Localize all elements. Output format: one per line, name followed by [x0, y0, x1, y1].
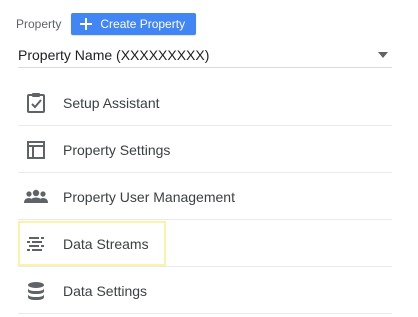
people-icon: [24, 185, 48, 209]
menu-item-label: Property Settings: [63, 141, 171, 158]
menu-item-data-settings[interactable]: Data Settings: [18, 268, 392, 314]
property-select[interactable]: Property Name (XXXXXXXXX): [18, 43, 392, 68]
property-label: Property: [16, 17, 62, 31]
property-select-value: Property Name (XXXXXXXXX): [18, 47, 210, 63]
clipboard-check-icon: [24, 91, 48, 115]
create-property-label: Create Property: [100, 17, 186, 31]
caret-down-icon: [378, 52, 388, 58]
menu-item-label: Data Streams: [63, 235, 149, 252]
menu-item-label: Property User Management: [63, 188, 235, 205]
create-property-button[interactable]: Create Property: [71, 13, 197, 35]
property-admin-panel: Property Create Property Property Name (…: [0, 0, 418, 317]
menu-item-setup-assistant[interactable]: Setup Assistant: [18, 80, 392, 126]
layout-panel-icon: [24, 138, 48, 162]
menu-item-property-settings[interactable]: Property Settings: [18, 127, 392, 173]
menu-item-data-streams[interactable]: Data Streams: [18, 221, 392, 267]
menu-item-property-user-management[interactable]: Property User Management: [18, 174, 392, 220]
menu-item-label: Data Settings: [63, 282, 148, 299]
data-streams-icon: [24, 232, 48, 256]
property-header: Property Create Property: [16, 12, 197, 36]
plus-icon: [80, 18, 93, 30]
menu-item-label: Setup Assistant: [63, 94, 160, 111]
database-icon: [24, 279, 48, 303]
